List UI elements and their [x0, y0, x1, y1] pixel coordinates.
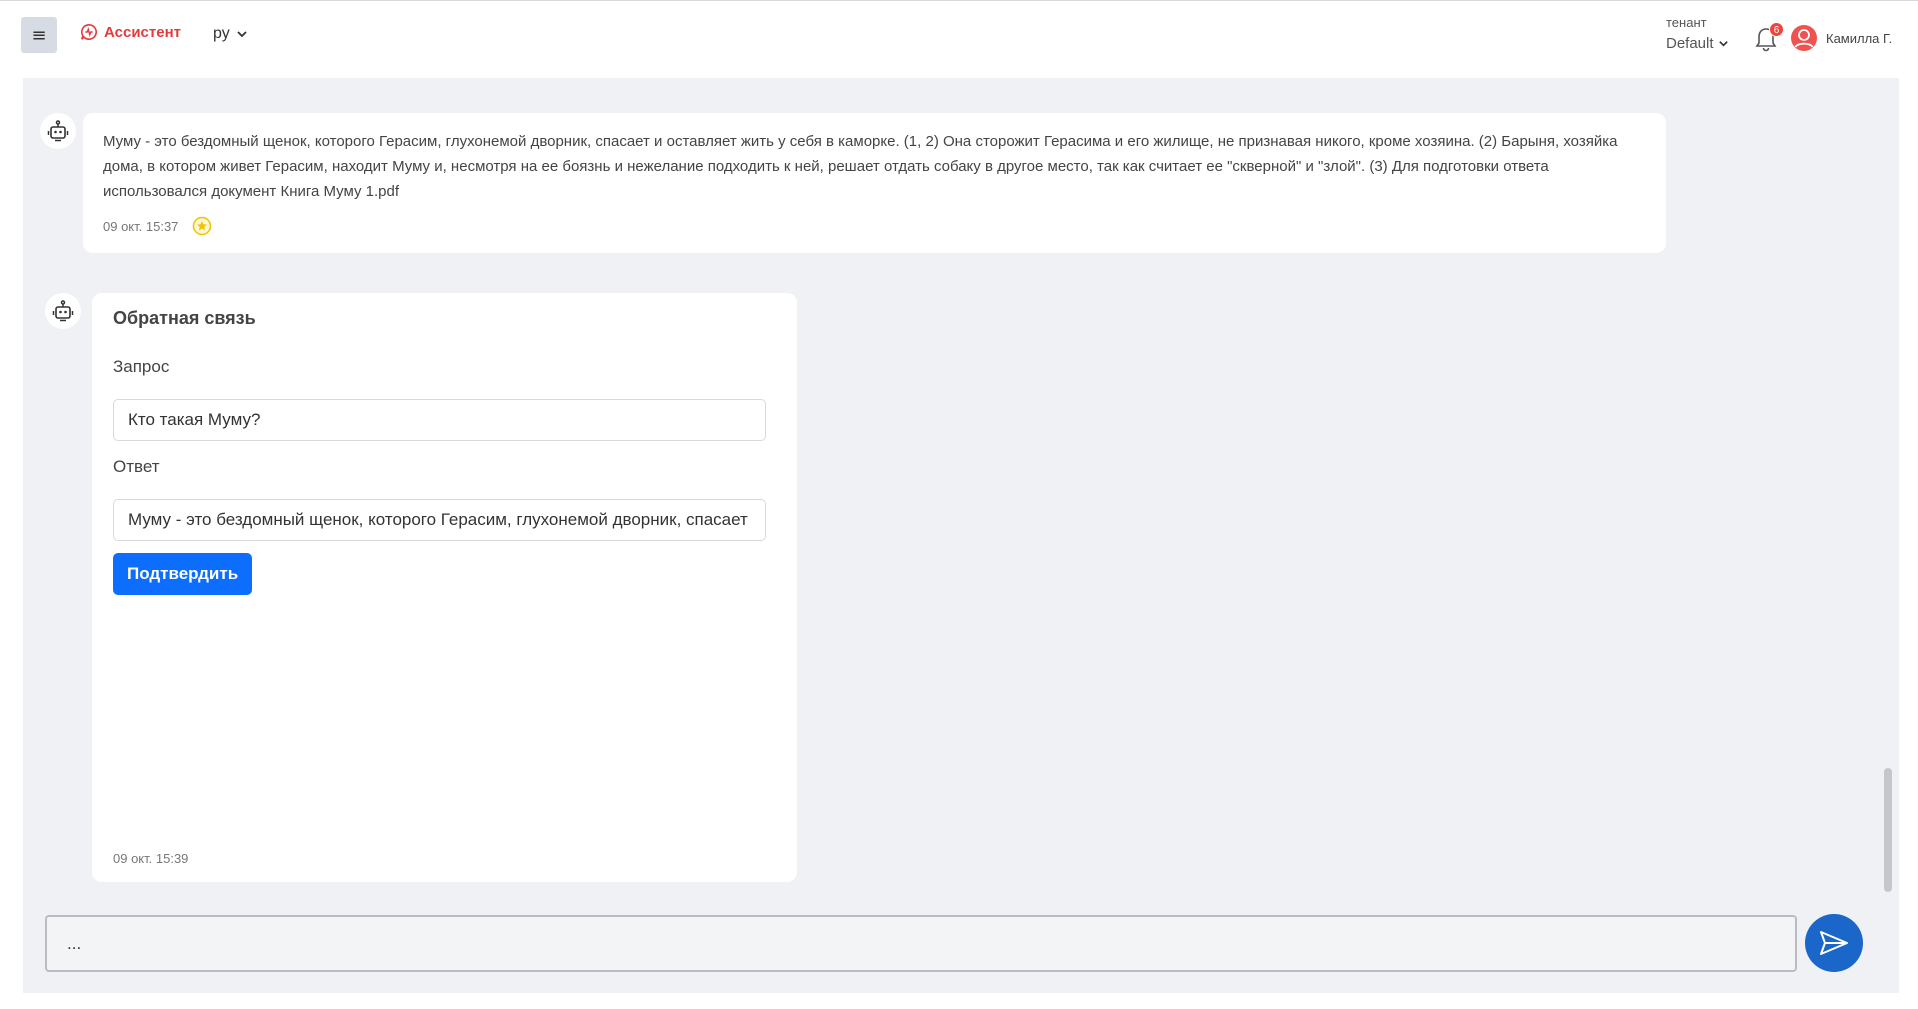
star-rating-icon[interactable] [192, 216, 212, 236]
message-meta: 09 окт. 15:37 [103, 216, 212, 236]
request-input[interactable] [113, 399, 766, 441]
bot-avatar [40, 113, 76, 149]
answer-label: Ответ [113, 457, 160, 476]
chevron-down-icon [1718, 41, 1728, 47]
send-icon [1820, 931, 1848, 955]
notifications-button[interactable]: 6 [1754, 22, 1784, 53]
chevron-down-icon [237, 31, 247, 38]
send-button[interactable] [1805, 914, 1863, 972]
message-text: Муму - это бездомный щенок, которого Гер… [103, 133, 1618, 200]
hamburger-icon: ≡ [31, 24, 47, 46]
request-label: Запрос [113, 357, 170, 376]
language-value: ру [213, 25, 230, 42]
chat-scrollbar[interactable] [1884, 768, 1892, 892]
bot-avatar [45, 293, 81, 329]
menu-toggle-button[interactable]: ≡ [21, 17, 57, 53]
app-header: ≡ Ассистент ру тенант Default 6 Камилла … [0, 5, 1918, 75]
robot-icon [52, 300, 74, 322]
robot-icon [47, 120, 69, 142]
user-menu[interactable]: Камилла Г. [1790, 24, 1892, 52]
feedback-card: Обратная связь Запрос Ответ Подтвердить … [92, 293, 797, 882]
answer-input[interactable] [113, 499, 766, 541]
message-timestamp: 09 окт. 15:37 [103, 218, 179, 234]
brand-logo[interactable]: Ассистент [80, 23, 181, 41]
feedback-title: Обратная связь [113, 308, 256, 328]
message-input[interactable] [45, 915, 1797, 972]
language-select[interactable]: ру [213, 25, 248, 43]
tenant-value: Default [1666, 35, 1714, 52]
feedback-timestamp: 09 окт. 15:39 [113, 851, 189, 866]
confirm-button[interactable]: Подтвердить [113, 553, 253, 595]
tenant-select[interactable]: тенант Default [1666, 15, 1729, 52]
bot-message: Муму - это бездомный щенок, которого Гер… [83, 113, 1666, 253]
avatar-icon [1791, 25, 1817, 51]
user-name: Камилла Г. [1826, 30, 1893, 46]
notifications-badge: 6 [1769, 22, 1784, 37]
assistant-logo-icon [81, 23, 98, 40]
brand-name: Ассистент [104, 23, 181, 41]
tenant-label: тенант [1666, 15, 1707, 30]
tenant-value-row: Default [1666, 35, 1729, 52]
